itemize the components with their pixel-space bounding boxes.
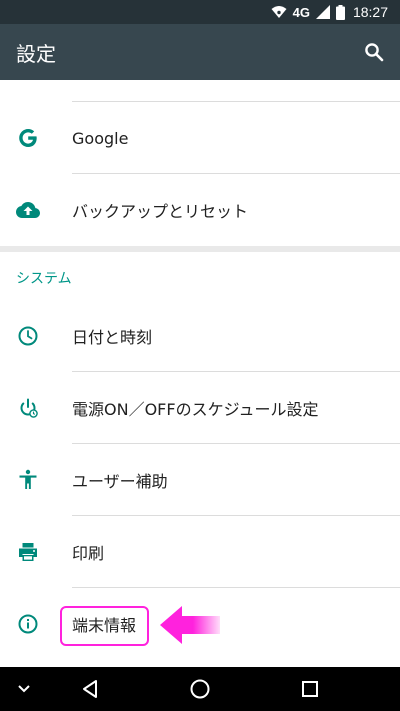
settings-item-google[interactable]: Google <box>0 102 400 174</box>
print-icon <box>16 540 40 564</box>
search-icon[interactable] <box>362 40 386 64</box>
google-icon <box>16 126 40 150</box>
power-schedule-icon <box>16 396 40 420</box>
section-header-system: システム <box>16 271 72 287</box>
collapse-icon[interactable] <box>4 669 44 709</box>
clock-icon <box>16 324 40 348</box>
pointer-arrow-icon <box>160 604 222 650</box>
settings-item-power-schedule[interactable]: 電源ON／OFFのスケジュール設定 <box>0 372 400 444</box>
recents-icon[interactable] <box>290 669 330 709</box>
accessibility-icon <box>16 468 40 492</box>
settings-item-print[interactable]: 印刷 <box>0 516 400 588</box>
settings-item-label: 電源ON／OFFのスケジュール設定 <box>72 400 319 419</box>
battery-icon <box>335 4 345 20</box>
app-bar: 設定 <box>0 24 400 80</box>
network-type: 4G <box>292 4 310 20</box>
settings-item-backup-reset[interactable]: バックアップとリセット <box>0 174 400 246</box>
settings-item-label: 印刷 <box>72 544 105 563</box>
home-icon[interactable] <box>180 669 220 709</box>
highlight-box <box>60 606 149 646</box>
settings-item-date-time[interactable]: 日付と時刻 <box>0 300 400 372</box>
settings-item-accessibility[interactable]: ユーザー補助 <box>0 444 400 516</box>
info-icon <box>16 612 40 636</box>
signal-icon <box>315 5 330 19</box>
wifi-icon <box>271 5 287 19</box>
page-title: 設定 <box>16 41 56 66</box>
settings-list[interactable]: Google バックアップとリセット システム 日付と時刻 電源ON／OFFのス… <box>0 80 400 667</box>
navigation-bar <box>0 667 400 711</box>
settings-card-personal: Google バックアップとリセット <box>0 80 400 246</box>
status-bar: 4G 18:27 <box>0 0 400 24</box>
settings-item-label: バックアップとリセット <box>72 202 249 221</box>
settings-item-label: 日付と時刻 <box>72 328 153 347</box>
settings-item-label: ユーザー補助 <box>72 472 168 491</box>
back-icon[interactable] <box>70 669 110 709</box>
settings-item-label: Google <box>72 128 129 148</box>
cloud-upload-icon <box>16 198 40 222</box>
status-time: 18:27 <box>352 4 388 20</box>
